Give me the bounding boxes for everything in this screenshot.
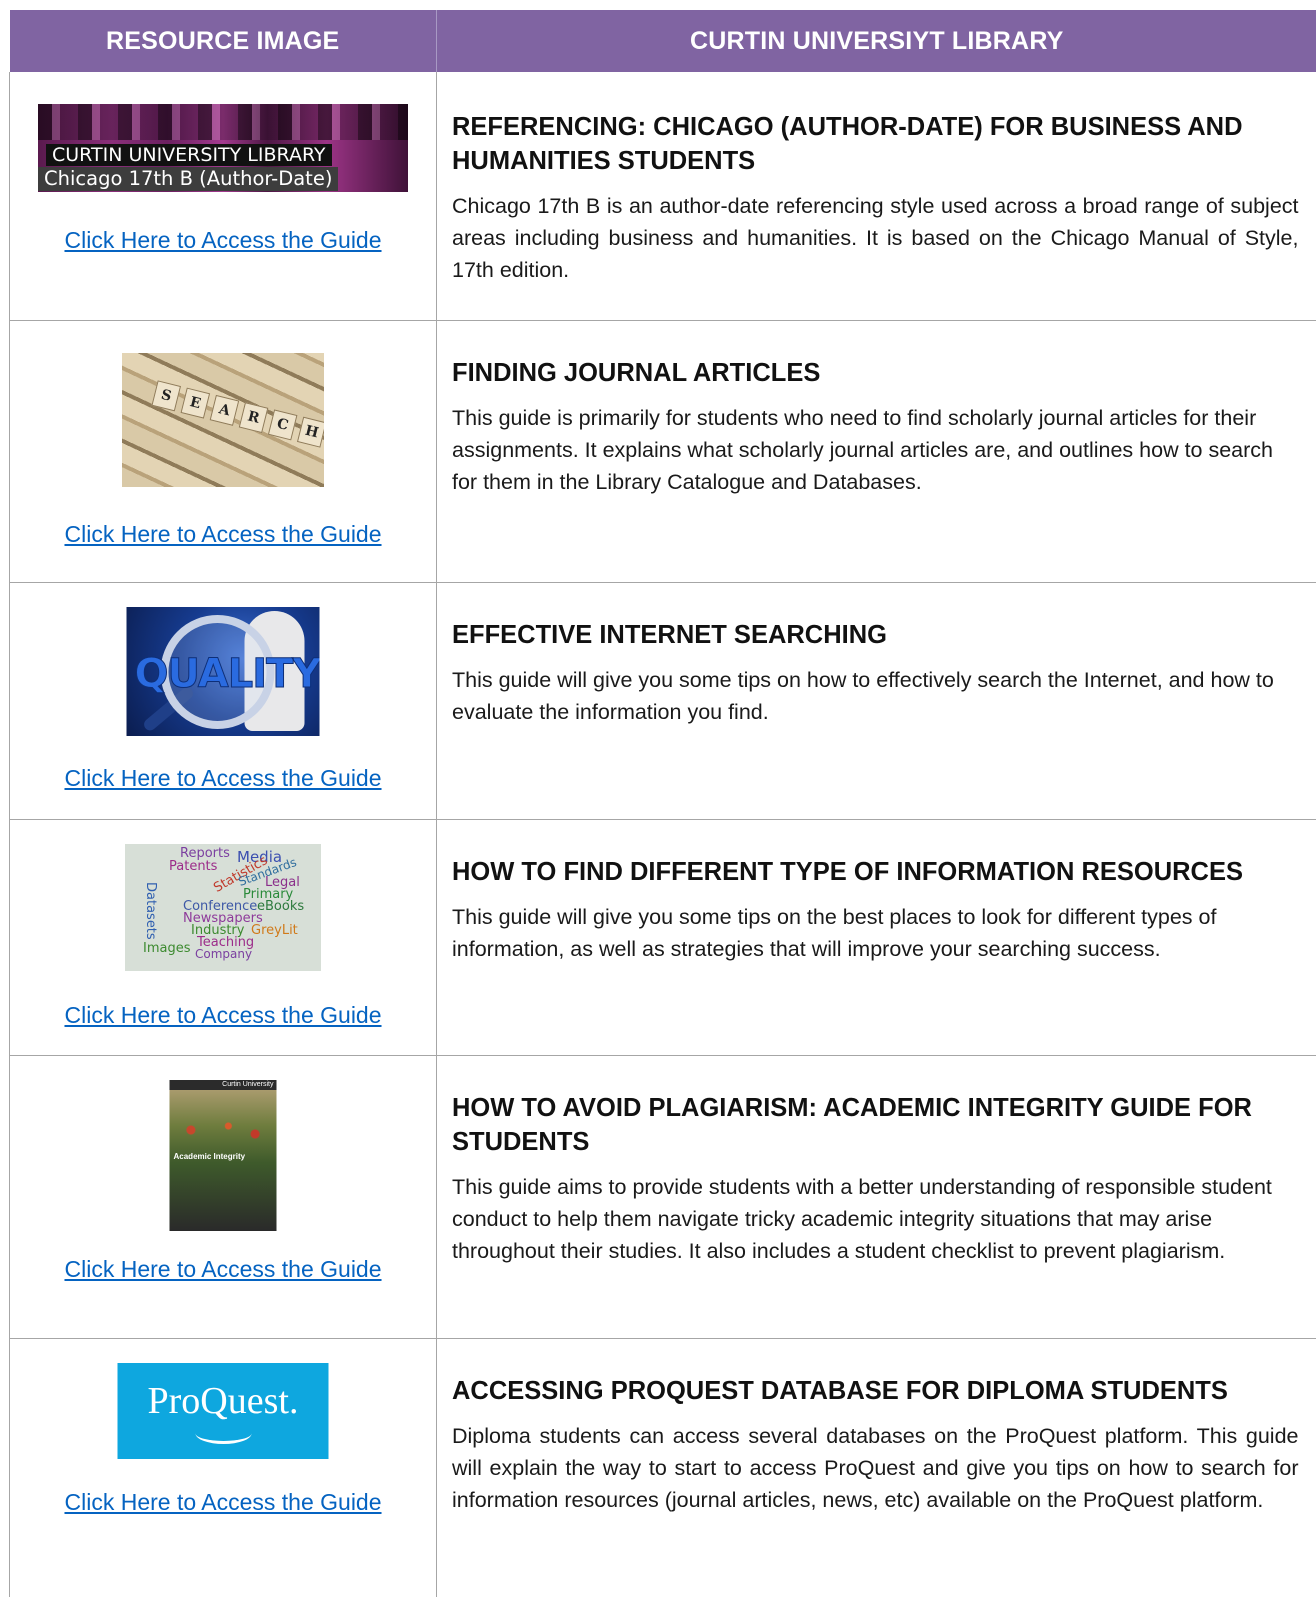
letter-tile: E [180,387,211,419]
resource-image-cell: Curtin University Academic Integrity Cli… [9,1055,437,1339]
quality-word: QUALITY [134,651,320,698]
academic-integrity-cover-image: Curtin University Academic Integrity [169,1080,277,1231]
quality-magnifier-image: QUALITY [126,607,320,736]
banner-line-1: CURTIN UNIVERSITY LIBRARY [46,144,332,166]
resource-image-cell: S E A R C H Click Here to Access the Gui… [9,320,437,583]
table-header-row: RESOURCE IMAGE CURTIN UNIVERSIYT LIBRARY [9,10,1316,72]
letter-tile: S [151,380,182,412]
header-resource-image: RESOURCE IMAGE [9,10,437,72]
resource-image-cell: Reports Media Patents Statistics Standar… [9,819,437,1056]
access-guide-link[interactable]: Click Here to Access the Guide [10,1489,436,1516]
table-row: QUALITY Click Here to Access the Guide E… [9,582,1316,820]
cloud-word: Company [195,947,253,961]
word-cloud-image: Reports Media Patents Statistics Standar… [125,844,321,971]
resource-description: This guide will give you some tips on ho… [452,668,1274,724]
resource-description-cell: REFERENCING: CHICAGO (AUTHOR-DATE) FOR B… [436,72,1316,321]
resource-description-cell: HOW TO AVOID PLAGIARISM: ACADEMIC INTEGR… [436,1055,1316,1339]
proquest-logo-image: ProQuest. [117,1363,329,1459]
resource-description: Diploma students can access several data… [452,1424,1299,1512]
resource-description: Chicago 17th B is an author-date referen… [452,194,1299,282]
cover-brand: Curtin University [222,1081,274,1088]
resource-image-cell: QUALITY Click Here to Access the Guide [9,582,437,820]
banner-line-2: Chicago 17th B (Author-Date) [38,167,339,191]
proquest-logo-text: ProQuest. [147,1380,299,1422]
table-row: Curtin University Academic Integrity Cli… [9,1055,1316,1339]
resource-table: RESOURCE IMAGE CURTIN UNIVERSIYT LIBRARY… [9,10,1316,1597]
letter-tile: C [267,409,298,441]
resource-image-cell: ProQuest. Click Here to Access the Guide [9,1338,437,1597]
cloud-word: eBooks [257,899,305,914]
access-guide-link[interactable]: Click Here to Access the Guide [10,521,436,548]
access-guide-link[interactable]: Click Here to Access the Guide [10,1002,436,1029]
resource-image-cell: CURTIN UNIVERSITY LIBRARY Chicago 17th B… [9,72,437,321]
search-tiles-image: S E A R C H [122,353,324,487]
access-guide-link[interactable]: Click Here to Access the Guide [10,227,436,254]
cloud-word: Patents [169,859,218,874]
resource-table-wrapper: RESOURCE IMAGE CURTIN UNIVERSIYT LIBRARY… [9,10,1316,1597]
access-guide-link[interactable]: Click Here to Access the Guide [10,1256,436,1283]
resource-description: This guide aims to provide students with… [452,1175,1272,1263]
resource-description: This guide is primarily for students who… [452,406,1273,494]
letter-tile: A [209,394,240,426]
resource-description-cell: EFFECTIVE INTERNET SEARCHING This guide … [436,582,1316,820]
cloud-word: Datasets [143,882,158,940]
resource-title: EFFECTIVE INTERNET SEARCHING [452,621,887,649]
chicago-banner-image: CURTIN UNIVERSITY LIBRARY Chicago 17th B… [38,104,408,192]
letter-tile: H [296,416,324,448]
resource-title: HOW TO AVOID PLAGIARISM: ACADEMIC INTEGR… [452,1094,1252,1156]
cloud-word: Images [143,941,191,956]
resource-title: REFERENCING: CHICAGO (AUTHOR-DATE) FOR B… [452,113,1243,175]
access-guide-link[interactable]: Click Here to Access the Guide [10,765,436,792]
resource-description-cell: ACCESSING PROQUEST DATABASE FOR DIPLOMA … [437,1339,1316,1598]
resource-title: ACCESSING PROQUEST DATABASE FOR DIPLOMA … [452,1377,1228,1405]
cloud-word: GreyLit [251,923,298,938]
header-library: CURTIN UNIVERSIYT LIBRARY [436,10,1316,72]
resource-title: FINDING JOURNAL ARTICLES [452,359,821,387]
resource-description: This guide will give you some tips on th… [452,905,1217,961]
resource-title: HOW TO FIND DIFFERENT TYPE OF INFORMATIO… [452,858,1243,886]
table-row: Reports Media Patents Statistics Standar… [9,819,1316,1056]
resource-description-cell: FINDING JOURNAL ARTICLES This guide is p… [436,320,1316,583]
letter-tile: R [238,402,269,434]
resource-description-cell: HOW TO FIND DIFFERENT TYPE OF INFORMATIO… [436,819,1316,1056]
table-row: CURTIN UNIVERSITY LIBRARY Chicago 17th B… [9,72,1316,321]
table-row: ProQuest. Click Here to Access the Guide… [9,1338,1316,1598]
cover-label: Academic Integrity [173,1152,246,1161]
table-row: S E A R C H Click Here to Access the Gui… [9,320,1316,583]
